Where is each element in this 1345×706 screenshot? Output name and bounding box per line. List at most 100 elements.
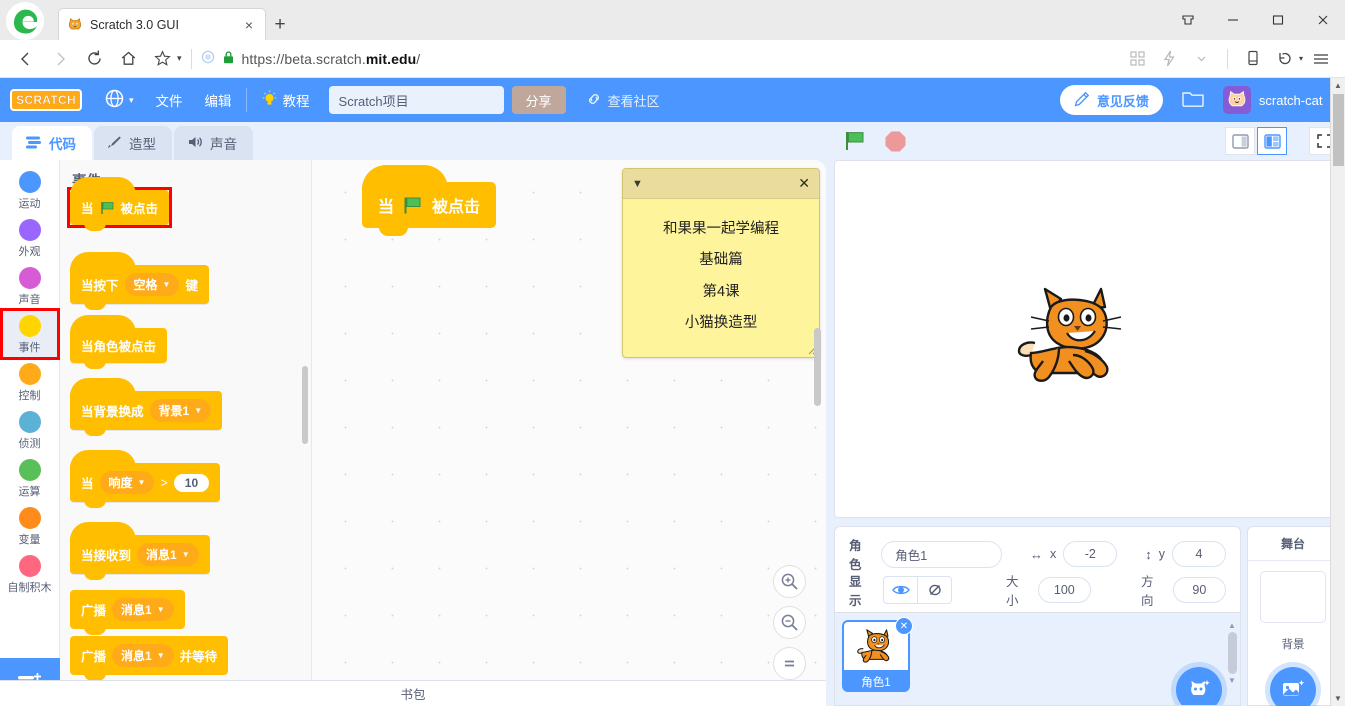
palette-block-broadcast-and-wait[interactable]: 广播 消息1 ▼ 并等待 [70, 636, 229, 681]
zoom-out-button[interactable] [773, 606, 806, 639]
category-looks[interactable]: 外观 [2, 214, 58, 262]
category-operators[interactable]: 运算 [2, 454, 58, 502]
back-button[interactable] [10, 43, 42, 75]
loudness-threshold-input[interactable]: 10 [173, 473, 210, 492]
new-tab-button[interactable]: + [266, 10, 294, 40]
palette-block-when-key-pressed[interactable]: 当按下 空格 ▼ 键 [70, 252, 209, 310]
favorites-button[interactable] [146, 43, 178, 75]
stage-selector[interactable]: 舞台 背景 [1247, 526, 1339, 706]
home-button[interactable] [112, 43, 144, 75]
browser-tab[interactable]: Scratch 3.0 GUI × [58, 8, 266, 40]
large-stage-button[interactable] [1257, 127, 1287, 155]
chevron-down-icon[interactable] [1188, 45, 1216, 73]
history-caret-icon[interactable]: ▾ [1299, 54, 1303, 63]
code-workspace[interactable]: 当 被点击 ▼ ✕ 和果果一起学编程 基础篇 第4课 小猫换造型 [312, 160, 826, 706]
script-when-flag-clicked[interactable]: 当 被点击 [362, 165, 497, 236]
tab-costumes[interactable]: 造型 [94, 126, 172, 160]
category-sound[interactable]: 声音 [2, 262, 58, 310]
project-name-input[interactable] [328, 86, 504, 114]
palette-block-when-i-receive[interactable]: 当接收到 消息1 ▼ [70, 522, 210, 580]
workspace-comment[interactable]: ▼ ✕ 和果果一起学编程 基础篇 第4课 小猫换造型 [622, 168, 820, 358]
reader-mode-icon[interactable] [201, 50, 215, 67]
workspace-vertical-scrollbar[interactable] [814, 328, 821, 406]
see-community-button[interactable]: 查看社区 [574, 86, 672, 114]
sprite-y-input[interactable]: 4 [1172, 541, 1226, 567]
category-events[interactable]: 事件 [0, 308, 60, 360]
zoom-in-button[interactable] [773, 565, 806, 598]
menu-tutorial[interactable]: 教程 [250, 78, 321, 122]
tab-code[interactable]: 代码 [12, 126, 92, 160]
palette-block-when-sprite-clicked[interactable]: 当角色被点击 [70, 315, 168, 369]
zoom-reset-button[interactable] [773, 647, 806, 680]
palette-block-broadcast[interactable]: 广播 消息1 ▼ [70, 590, 185, 635]
share-button[interactable]: 分享 [511, 86, 566, 114]
category-my-blocks[interactable]: 自制积木 [2, 550, 58, 598]
sprite-size-input[interactable]: 100 [1037, 577, 1091, 603]
comment-close-icon[interactable]: ✕ [798, 175, 810, 192]
sprite-x-input[interactable]: -2 [1063, 541, 1118, 567]
address-bar[interactable]: https://beta.scratch.mit.edu/ [201, 44, 1122, 74]
eye-icon[interactable] [884, 577, 918, 603]
qr-code-icon[interactable] [1124, 45, 1152, 73]
backpack-bar[interactable]: 书包 [0, 680, 826, 706]
language-menu[interactable]: ▾ [94, 78, 145, 122]
category-sensing[interactable]: 侦测 [2, 406, 58, 454]
scroll-thumb[interactable] [1227, 632, 1237, 674]
close-window-button[interactable] [1300, 0, 1345, 40]
tab-sounds[interactable]: 声音 [174, 126, 253, 160]
minimize-button[interactable] [1210, 0, 1255, 40]
category-control[interactable]: 控制 [2, 358, 58, 406]
refresh-button[interactable] [78, 43, 110, 75]
backdrop-dropdown[interactable]: 背景1 ▼ [149, 399, 212, 422]
green-flag-button[interactable] [842, 128, 868, 154]
add-backdrop-button[interactable] [1270, 667, 1316, 706]
lightning-icon[interactable] [1156, 45, 1184, 73]
sprite-list-scrollbar[interactable]: ▲ ▼ [1227, 621, 1237, 703]
scratch-cat-sprite[interactable] [1015, 281, 1127, 394]
page-scrollbar[interactable]: ▲ ▼ [1330, 78, 1345, 706]
block-palette[interactable]: 事件 当 被点击 当按下 空格 ▼ [60, 160, 312, 706]
maximize-button[interactable] [1255, 0, 1300, 40]
reading-view-icon[interactable] [1239, 45, 1267, 73]
palette-block-when-loudness-greater[interactable]: 当 响度 ▼ > 10 [70, 450, 221, 508]
collapse-ribbon-icon[interactable] [1165, 0, 1210, 40]
palette-block-when-backdrop-switches[interactable]: 当背景换成 背景1 ▼ [70, 378, 223, 436]
scroll-up-icon[interactable]: ▲ [1228, 621, 1236, 630]
folder-icon[interactable] [1181, 88, 1205, 113]
feedback-button[interactable]: 意见反馈 [1059, 85, 1163, 115]
delete-sprite-button[interactable]: ✕ [895, 617, 913, 635]
sprite-name-input[interactable]: 角色1 [881, 540, 1002, 568]
palette-scrollbar[interactable] [302, 366, 308, 444]
page-scroll-up-icon[interactable]: ▲ [1334, 78, 1342, 93]
loudness-dropdown[interactable]: 响度 ▼ [99, 471, 155, 494]
category-variables[interactable]: 变量 [2, 502, 58, 550]
menu-file[interactable]: 文件 [145, 78, 194, 122]
sprite-direction-input[interactable]: 90 [1172, 577, 1227, 603]
small-stage-button[interactable] [1225, 127, 1255, 155]
scroll-down-icon[interactable]: ▼ [1228, 676, 1236, 685]
history-icon[interactable] [1271, 45, 1299, 73]
stop-button[interactable] [882, 128, 908, 154]
scratch-logo[interactable]: SCRATCH [10, 89, 82, 111]
page-scroll-thumb[interactable] [1332, 94, 1344, 166]
key-dropdown[interactable]: 空格 ▼ [124, 273, 180, 296]
message-dropdown[interactable]: 消息1 ▼ [137, 543, 199, 566]
stage-canvas[interactable] [834, 160, 1339, 518]
category-motion[interactable]: 运动 [2, 166, 58, 214]
broadcast-message-dropdown[interactable]: 消息1 ▼ [112, 598, 174, 621]
page-scroll-down-icon[interactable]: ▼ [1334, 691, 1342, 706]
eye-slash-icon[interactable] [917, 577, 951, 603]
comment-text[interactable]: 和果果一起学编程 基础篇 第4课 小猫换造型 [623, 199, 819, 353]
sprite-info: 角色 角色1 ↔ x -2 ↕ y 4 显示 大小 100 方向 90 [835, 527, 1240, 612]
palette-block-when-flag-clicked[interactable]: 当 被点击 [66, 177, 173, 231]
account-menu[interactable]: scratch-cat ▾ [1222, 86, 1335, 114]
menu-icon[interactable] [1307, 45, 1335, 73]
favorites-caret-icon[interactable]: ▾ [177, 53, 182, 64]
comment-collapse-icon[interactable]: ▼ [632, 178, 643, 190]
sprite-card[interactable]: 角色1 ✕ [842, 617, 913, 692]
tab-close-icon[interactable]: × [241, 17, 257, 33]
stage-backdrop-thumbnail[interactable] [1260, 571, 1326, 623]
add-sprite-button[interactable] [1176, 667, 1222, 705]
menu-edit[interactable]: 编辑 [194, 78, 243, 122]
broadcast-wait-message-dropdown[interactable]: 消息1 ▼ [112, 644, 174, 667]
